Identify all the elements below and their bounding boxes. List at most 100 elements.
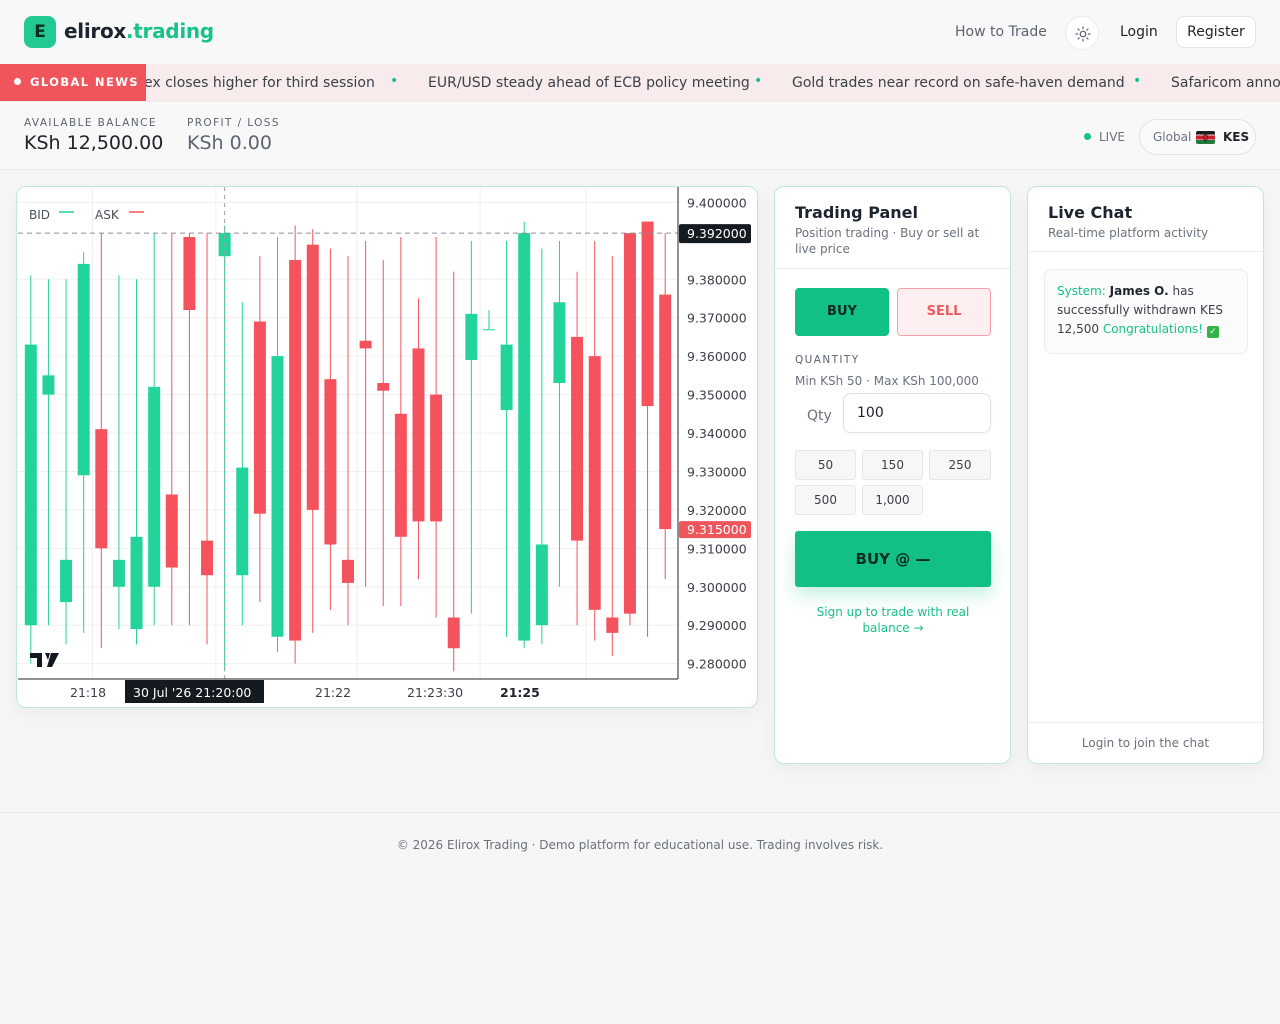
kenya-flag-icon	[1196, 131, 1215, 144]
signup-link[interactable]: Sign up to trade with real balance →	[795, 604, 991, 636]
system-label: System:	[1057, 284, 1106, 298]
logo-badge[interactable]: E	[24, 16, 56, 48]
news-item[interactable]: Safaricom annou	[1171, 75, 1280, 91]
quantity-preset-250[interactable]: 250	[929, 450, 991, 480]
login-link[interactable]: Login	[1120, 24, 1158, 40]
candle-down	[394, 413, 407, 537]
ask-price-tag-label: 9.392000	[687, 226, 747, 241]
chat-login-prompt[interactable]: Login to join the chat	[1028, 722, 1263, 763]
quantity-preset-500[interactable]: 500	[795, 485, 856, 515]
live-dot-icon	[1084, 133, 1091, 140]
logo-suffix: .trading	[125, 19, 214, 43]
y-tick-label: 9.310000	[687, 541, 747, 556]
account-bar: AVAILABLE BALANCE KSh 12,500.00 PROFIT /…	[0, 101, 1280, 170]
candle-down	[324, 379, 337, 545]
chat-message: System: James O. has successfully withdr…	[1044, 269, 1248, 354]
candle-up	[482, 329, 495, 331]
quantity-preset-150[interactable]: 150	[862, 450, 923, 480]
buy-tab-button[interactable]: BUY	[795, 288, 889, 336]
bid-price-tag-label: 9.315000	[687, 522, 747, 537]
x-tick-label: 21:18	[70, 685, 106, 700]
place-trade-button[interactable]: BUY @ —	[795, 531, 991, 587]
chat-title: Live Chat	[1048, 203, 1133, 222]
candle-down	[447, 617, 460, 649]
candle-up	[42, 375, 55, 395]
candle-up	[500, 344, 513, 410]
footer-text: © 2026 Elirox Trading · Demo platform fo…	[396, 838, 884, 852]
candle-up	[130, 536, 143, 630]
news-label: GLOBAL NEWS	[0, 64, 146, 101]
candle-down	[377, 383, 390, 391]
candle-up	[24, 344, 37, 626]
sell-tab-button[interactable]: SELL	[897, 288, 991, 336]
candle-down	[659, 294, 672, 530]
x-tick-label: 21:23:30	[407, 685, 463, 700]
news-item[interactable]: Gold trades near record on safe-haven de…	[792, 75, 1125, 91]
logo-wordmark[interactable]: elirox.trading	[64, 19, 214, 43]
candle-down	[412, 348, 425, 522]
quantity-input[interactable]	[843, 393, 991, 433]
candle-up	[112, 559, 125, 587]
candle-down	[306, 244, 319, 510]
crosshair-time-label: 30 Jul '26 21:20:00	[133, 685, 251, 700]
y-tick-label: 9.400000	[687, 195, 747, 210]
y-tick-label: 9.330000	[687, 464, 747, 479]
candle-down	[623, 233, 636, 614]
trading-panel: Trading Panel Position trading · Buy or …	[774, 186, 1011, 764]
balance-label: AVAILABLE BALANCE	[24, 117, 157, 129]
legend-ask-label: ASK	[95, 208, 120, 222]
candle-up	[535, 544, 548, 626]
candle-down	[641, 221, 654, 407]
y-tick-label: 9.290000	[687, 618, 747, 633]
y-tick-label: 9.300000	[687, 580, 747, 595]
quantity-preset-50[interactable]: 50	[795, 450, 856, 480]
candle-down	[289, 260, 302, 641]
y-tick-label: 9.340000	[687, 426, 747, 441]
news-item[interactable]: EUR/USD steady ahead of ECB policy meeti…	[428, 75, 750, 91]
news-separator: •	[754, 73, 763, 89]
news-dot-icon	[14, 78, 21, 85]
price-chart-card[interactable]: 9.400000 9.380000 9.370000 9.360000 9.350000…	[16, 186, 758, 708]
candle-down	[359, 340, 372, 349]
divider	[1028, 251, 1263, 252]
live-chat-panel: Live Chat Real-time platform activity Sy…	[1027, 186, 1264, 764]
news-ticker: GLOBAL NEWS ex closes higher for third s…	[0, 64, 1280, 101]
legend-bid-label: BID	[29, 208, 50, 222]
profit-loss-label: PROFIT / LOSS	[187, 117, 280, 129]
candle-down	[165, 494, 178, 568]
candle-up	[518, 233, 531, 641]
candle-up	[236, 467, 249, 576]
candle-down	[201, 540, 214, 576]
news-item[interactable]: ex closes higher for third session	[146, 75, 375, 91]
message-congrats: Congratulations!	[1102, 322, 1204, 336]
region-label: Global	[1153, 130, 1192, 144]
register-button[interactable]: Register	[1176, 16, 1256, 48]
candle-up	[77, 263, 90, 476]
candle-up	[553, 302, 566, 384]
theme-toggle-button[interactable]	[1065, 16, 1099, 50]
quantity-preset-1000[interactable]: 1,000	[862, 485, 923, 515]
x-tick-label: 21:22	[315, 685, 351, 700]
candle-down	[342, 559, 354, 583]
currency-code: KES	[1223, 130, 1250, 144]
y-tick-label: 9.360000	[687, 349, 747, 364]
x-tick-label: 21:25	[500, 685, 540, 700]
sun-icon	[1075, 26, 1091, 42]
trading-panel-title: Trading Panel	[795, 203, 919, 222]
quantity-range: Min KSh 50 · Max KSh 100,000	[795, 374, 979, 388]
chat-subtitle: Real-time platform activity	[1048, 226, 1209, 240]
page-footer: © 2026 Elirox Trading · Demo platform fo…	[0, 812, 1280, 1024]
qty-prefix: Qty	[807, 408, 832, 424]
balance-value: KSh 12,500.00	[24, 132, 164, 154]
candle-up	[148, 386, 161, 587]
trading-panel-subtitle: Position trading · Buy or sell at live p…	[795, 226, 980, 256]
region-currency-selector[interactable]: Global KES	[1139, 119, 1256, 155]
divider	[775, 268, 1010, 269]
candlestick-chart[interactable]: 9.400000 9.380000 9.370000 9.360000 9.350000…	[17, 187, 758, 708]
quantity-label: QUANTITY	[795, 354, 860, 366]
candle-up	[465, 313, 478, 360]
candle-down	[588, 356, 601, 610]
how-to-trade-link[interactable]: How to Trade	[955, 24, 1047, 40]
message-user: James O.	[1109, 284, 1169, 298]
y-tick-label: 9.320000	[687, 503, 747, 518]
